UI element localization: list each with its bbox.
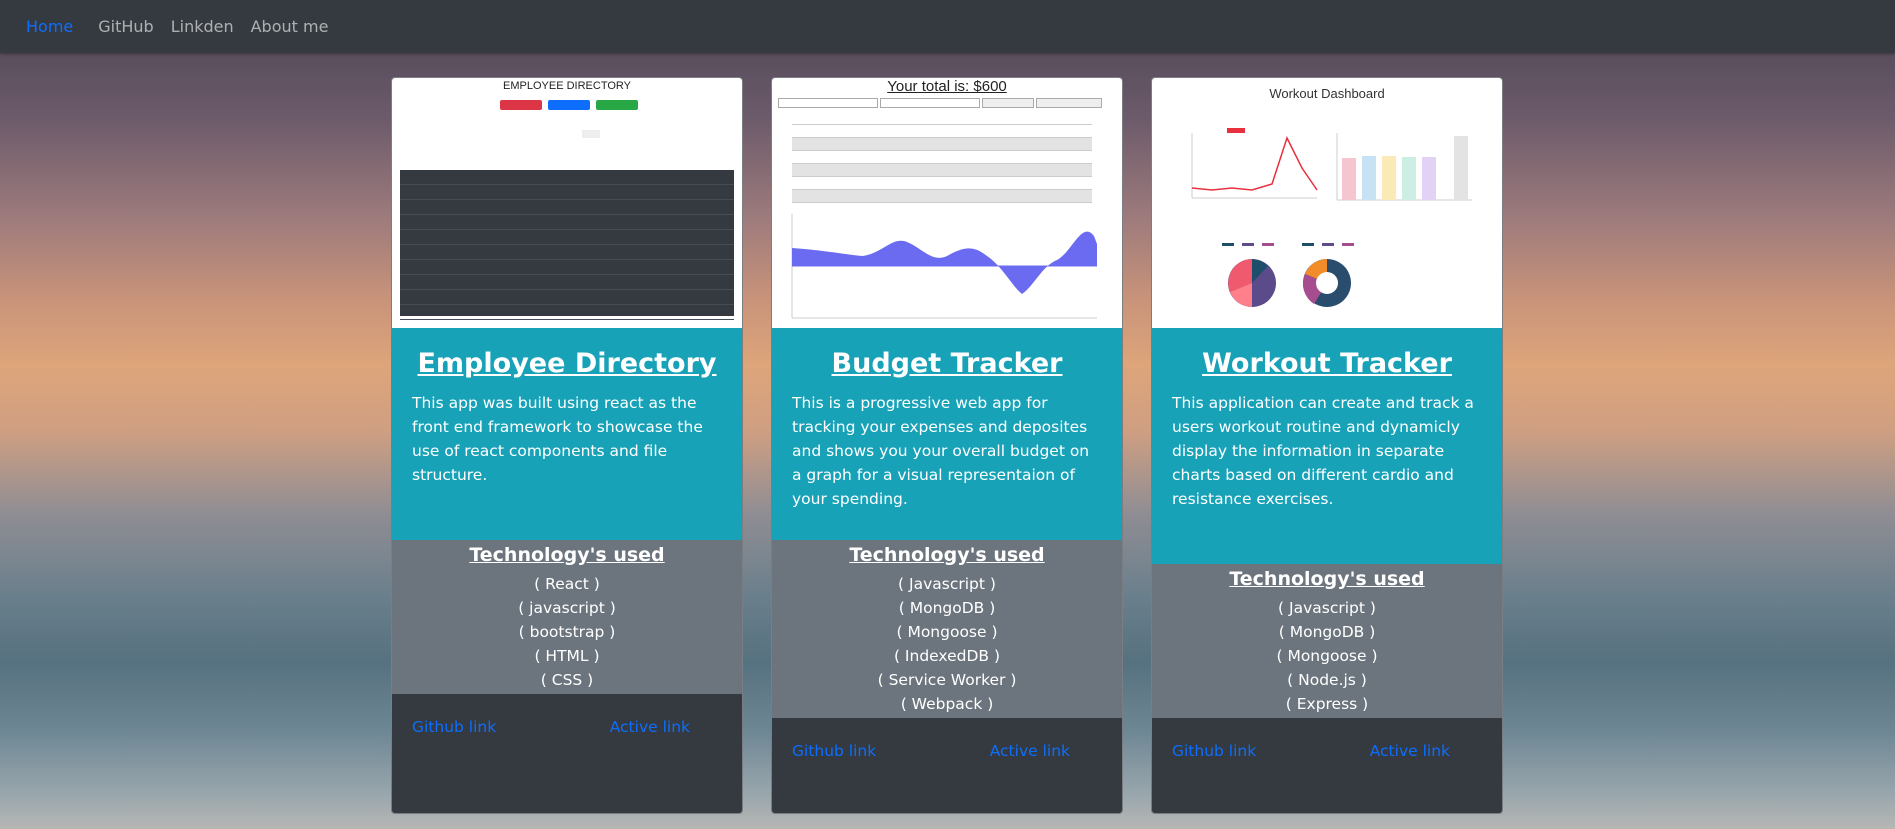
project-title[interactable]: Workout Tracker [1172, 348, 1482, 379]
tech-item: ( Mongoose ) [1276, 647, 1378, 665]
tech-item: ( Node.js ) [1287, 671, 1367, 689]
screenshot-search [528, 130, 578, 138]
tech-section: Technology's used ( React ) ( javascript… [392, 540, 742, 694]
card-body: Budget Tracker This is a progressive web… [772, 328, 1122, 540]
nav-linkedin[interactable]: Linkden [171, 17, 234, 36]
project-card-employee-directory: EMPLOYEE DIRECTORY Employee Directory Th… [391, 77, 743, 814]
active-link[interactable]: Active link [990, 742, 1070, 760]
project-screenshot: Your total is: $600 [772, 78, 1122, 328]
screenshot-title: EMPLOYEE DIRECTORY [503, 80, 631, 92]
card-body: Workout Tracker This application can cre… [1152, 328, 1502, 564]
tech-item: ( javascript ) [518, 599, 616, 617]
screenshot-dashboard-charts [1191, 128, 1472, 307]
tech-title: Technology's used [469, 544, 665, 566]
tech-item: ( React ) [534, 575, 600, 593]
screenshot-table [792, 112, 1092, 203]
project-description: This application can create and track a … [1172, 394, 1474, 508]
github-link[interactable]: Github link [412, 718, 496, 736]
project-title[interactable]: Employee Directory [412, 348, 722, 379]
card-body: Employee Directory This app was built us… [392, 328, 742, 540]
tech-section: Technology's used ( Javascript ) ( Mongo… [1152, 564, 1502, 718]
screenshot-submit [582, 130, 600, 138]
tech-item: ( Webpack ) [900, 695, 994, 713]
tech-item: ( Javascript ) [898, 575, 996, 593]
tech-item: ( Service Worker ) [877, 671, 1017, 689]
active-link[interactable]: Active link [610, 718, 690, 736]
nav-github[interactable]: GitHub [98, 17, 153, 36]
tech-item: ( MongoDB ) [898, 599, 996, 617]
tech-section: Technology's used ( Javascript ) ( Mongo… [772, 540, 1122, 718]
screenshot-table [400, 156, 734, 320]
project-screenshot: EMPLOYEE DIRECTORY [392, 78, 742, 328]
github-link[interactable]: Github link [792, 742, 876, 760]
github-link[interactable]: Github link [1172, 742, 1256, 760]
tech-item: ( CSS ) [540, 671, 594, 689]
active-link[interactable]: Active link [1370, 742, 1450, 760]
project-description: This app was built using react as the fr… [412, 394, 703, 484]
project-card-workout-tracker: Workout Dashboard Workout Tracker This a… [1151, 77, 1503, 814]
tech-title: Technology's used [849, 544, 1045, 566]
nav-about[interactable]: About me [251, 17, 329, 36]
card-links: Github link Active link [392, 694, 742, 736]
screenshot-sort-buttons [500, 100, 638, 110]
project-card-budget-tracker: Your total is: $600 Budget Tracker This … [771, 77, 1123, 814]
tech-item: ( HTML ) [534, 647, 600, 665]
card-links: Github link Active link [772, 718, 1122, 760]
tech-title: Technology's used [1229, 568, 1425, 590]
tech-item: ( Mongoose ) [896, 623, 998, 641]
tech-item: ( Express ) [1285, 695, 1369, 713]
project-description: This is a progressive web app for tracki… [792, 394, 1090, 508]
tech-item: ( IndexedDB ) [893, 647, 1001, 665]
project-title[interactable]: Budget Tracker [792, 348, 1102, 379]
nav-home[interactable]: Home [26, 17, 73, 36]
screenshot-title: Workout Dashboard [1269, 86, 1385, 101]
tech-item: ( MongoDB ) [1278, 623, 1376, 641]
screenshot-area-chart [791, 214, 1097, 319]
tech-item: ( bootstrap ) [518, 623, 616, 641]
project-screenshot: Workout Dashboard [1152, 78, 1502, 328]
card-links: Github link Active link [1152, 718, 1502, 760]
screenshot-title: Your total is: $600 [887, 78, 1007, 95]
tech-item: ( Javascript ) [1278, 599, 1376, 617]
top-navbar: Home GitHub Linkden About me [0, 0, 1895, 53]
